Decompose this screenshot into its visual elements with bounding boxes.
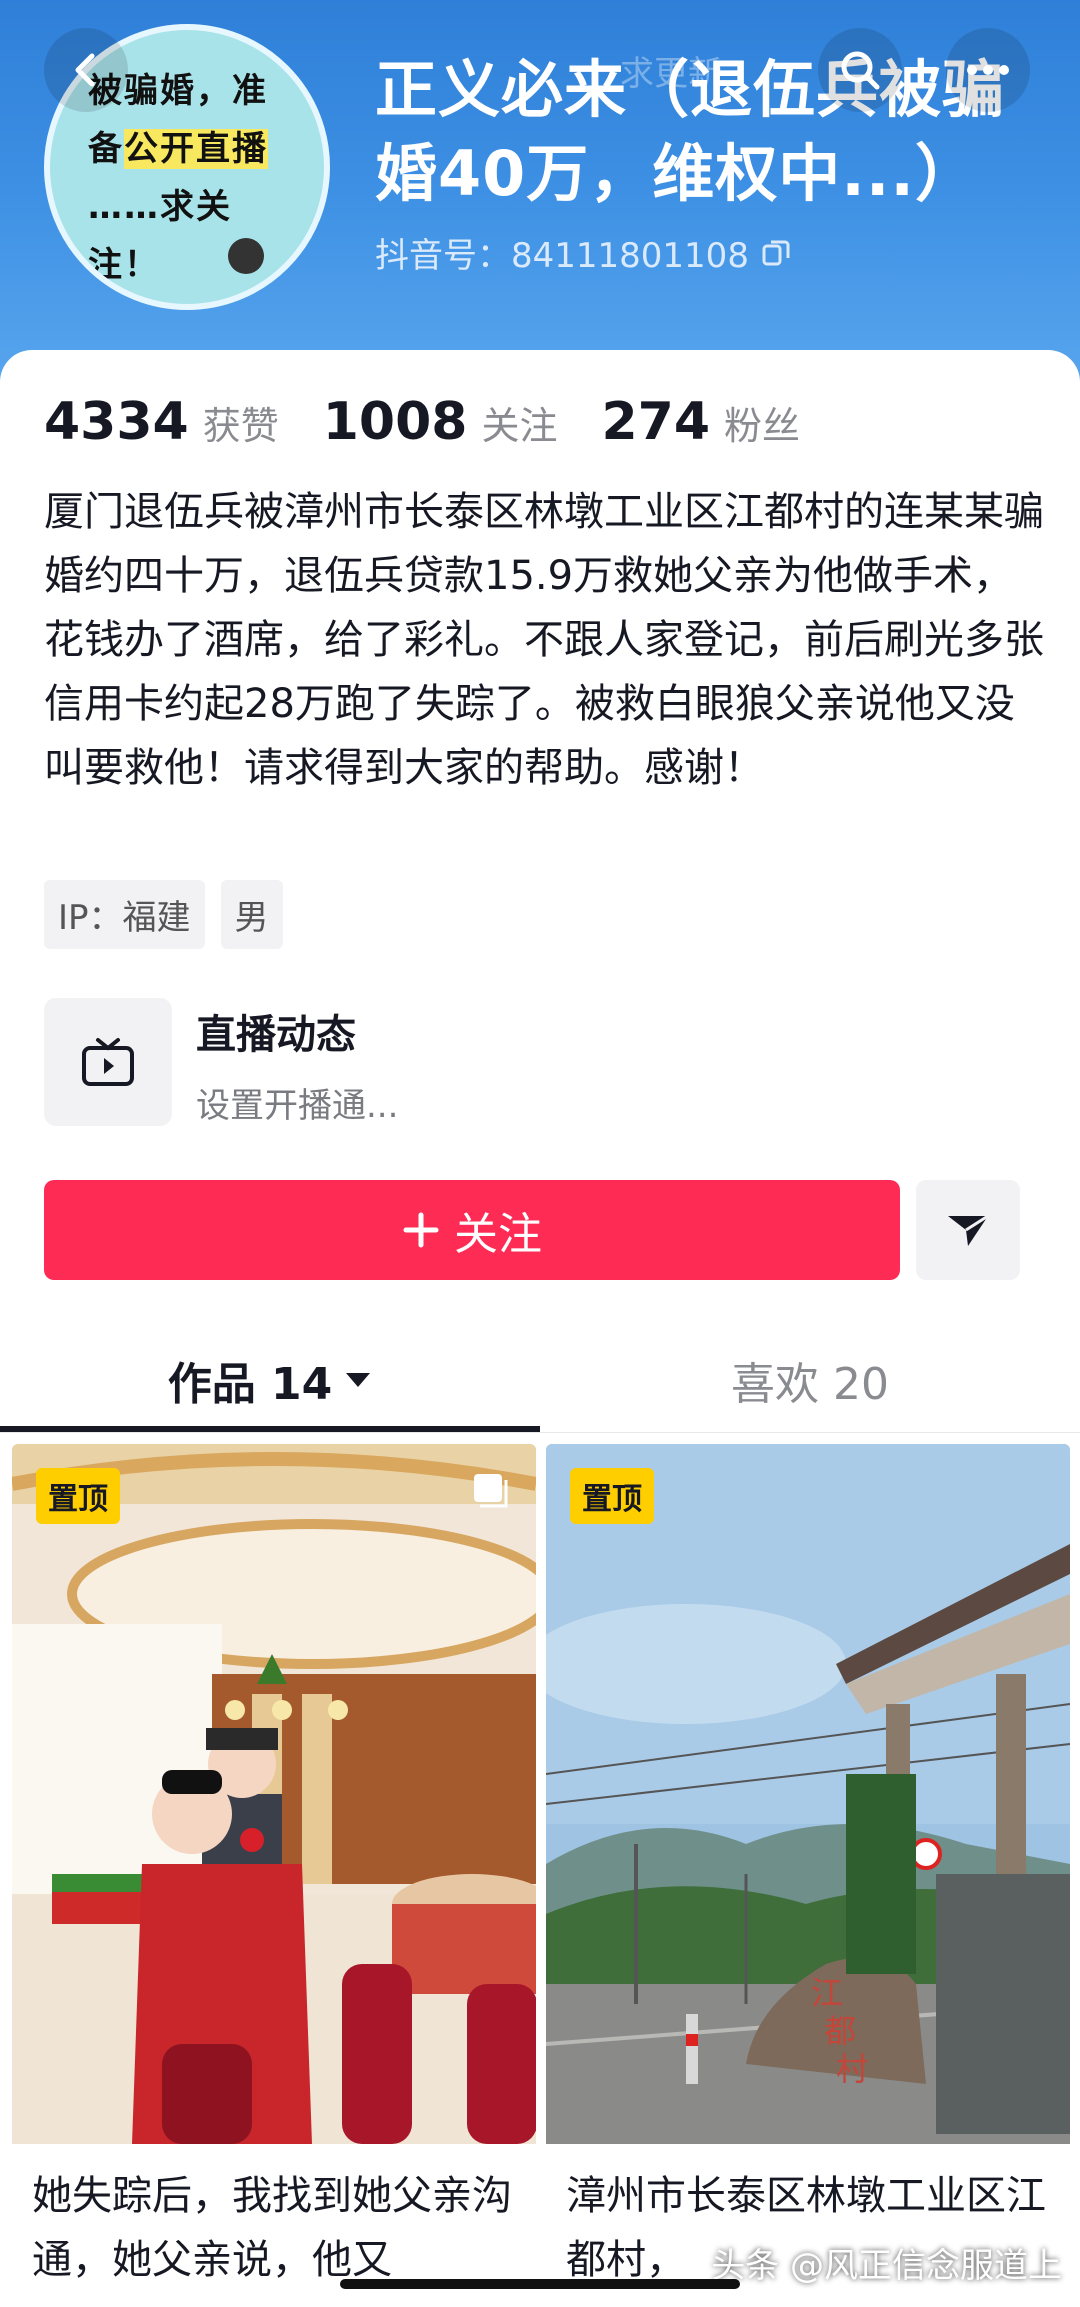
- stat-label: 粉丝: [724, 404, 801, 448]
- share-button[interactable]: [916, 1180, 1020, 1280]
- watermark: 头条 @风正信念服道上: [711, 2246, 1062, 2286]
- stat-label: 关注: [481, 404, 558, 448]
- follow-button[interactable]: 关注: [44, 1180, 900, 1280]
- stat-likes[interactable]: 4334 获赞: [44, 392, 279, 452]
- plus-icon: [403, 1212, 439, 1248]
- avatar-text: 被骗婚，准 备公开直播 ……求关 注！: [88, 71, 268, 285]
- live-entry-button[interactable]: [44, 998, 172, 1126]
- pinned-badge: 置顶: [36, 1468, 120, 1524]
- ip-location-tag: IP：福建: [44, 880, 205, 949]
- tab-likes-label: 喜欢 20: [731, 1359, 889, 1410]
- live-subtitle: 设置开播通...: [196, 1086, 399, 1126]
- stat-number: 4334: [44, 392, 189, 452]
- stat-number: 1008: [322, 392, 468, 452]
- more-dots-icon: [967, 65, 1009, 75]
- search-button[interactable]: [818, 28, 902, 112]
- video-thumbnail: 江 都 村 置顶: [546, 1444, 1070, 2144]
- stat-following[interactable]: 1008 关注: [323, 392, 558, 452]
- tab-works[interactable]: 作品 14: [0, 1330, 540, 1430]
- avatar-decoration: [228, 238, 264, 274]
- stat-followers[interactable]: 274 粉丝: [602, 392, 801, 452]
- svg-text:都: 都: [824, 2012, 856, 2050]
- live-title[interactable]: 直播动态: [196, 1002, 356, 1060]
- profile-tags: IP：福建 男: [44, 880, 283, 949]
- gender-tag: 男: [220, 880, 283, 949]
- stat-number: 274: [601, 392, 711, 452]
- account-id[interactable]: 抖音号：84111801108: [375, 228, 791, 277]
- tab-divider: [0, 1432, 1080, 1433]
- tv-icon: [82, 1038, 134, 1086]
- follow-button-label: 关注: [454, 1209, 542, 1260]
- home-indicator[interactable]: [340, 2279, 740, 2289]
- send-icon: [948, 1214, 989, 1246]
- svg-text:江: 江: [811, 1974, 843, 2012]
- multi-image-icon: [474, 1474, 508, 1508]
- video-card[interactable]: 江 都 村 置顶 漳州市长泰区林墩工业区江都村，: [546, 1444, 1070, 2307]
- stat-label: 获赞: [202, 404, 279, 448]
- stats-row: 4334 获赞 1008 关注 274 粉丝: [44, 392, 844, 452]
- more-button[interactable]: [946, 28, 1030, 112]
- back-button[interactable]: [44, 28, 128, 112]
- account-id-text: 抖音号：84111801108: [375, 236, 749, 276]
- svg-text:村: 村: [836, 2050, 868, 2088]
- wedding-banquet-photo: [12, 1444, 536, 2144]
- tab-works-label: 作品 14: [167, 1359, 333, 1410]
- video-card[interactable]: 置顶 她失踪后，我找到她父亲沟通，她父亲说，他又: [12, 1444, 536, 2307]
- village-road-photo: 江 都 村: [546, 1444, 1070, 2144]
- copy-icon[interactable]: [761, 238, 791, 268]
- pinned-badge: 置顶: [570, 1468, 654, 1524]
- profile-bio: 厦门退伍兵被漳州市长泰区林墩工业区江都村的连某某骗婚约四十万，退伍兵贷款15.9…: [44, 489, 1044, 791]
- video-thumbnail: 置顶: [12, 1444, 536, 2144]
- caret-down-icon: [346, 1373, 371, 1387]
- back-arrow-icon: [75, 53, 95, 87]
- content-tabs: 作品 14 喜欢 20: [0, 1330, 1080, 1430]
- tab-likes[interactable]: 喜欢 20: [540, 1330, 1080, 1430]
- search-icon: [841, 51, 880, 90]
